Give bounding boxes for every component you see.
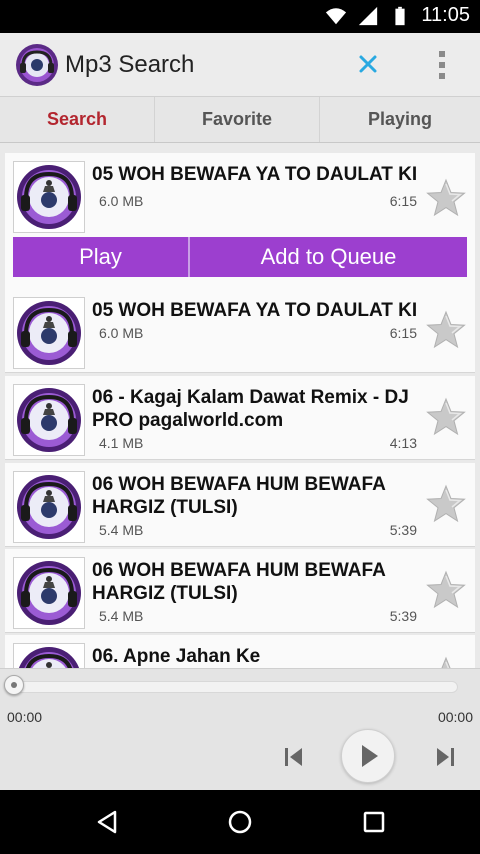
star-icon[interactable] [425,177,467,219]
tab-favorite[interactable]: Favorite [155,97,320,142]
home-icon[interactable] [226,808,254,836]
tab-bar: Search Favorite Playing [0,97,480,143]
previous-track-icon[interactable] [283,745,305,769]
star-icon[interactable] [425,569,467,611]
player-bar: 00:00 00:00 [0,668,480,790]
list-item[interactable]: 06 WOH BEWAFA HUM BEWAFA HARGIZ (TULSI) … [5,463,475,547]
song-size: 5.4 MB [99,608,144,624]
seek-thumb[interactable] [4,675,24,695]
album-art [13,161,85,233]
action-row: Play Add to Queue [13,237,467,277]
signal-icon [359,6,378,25]
album-art [13,384,85,456]
overflow-menu-icon[interactable] [432,47,452,83]
total-time: 00:00 [437,709,473,725]
status-time: 11:05 [421,4,470,26]
song-size: 6.0 MB [99,193,144,209]
app-title: Mp3 Search [65,51,195,78]
seek-bar[interactable] [12,681,458,693]
elapsed-time: 00:00 [7,709,43,725]
star-icon[interactable] [425,396,467,438]
song-title: 06 WOH BEWAFA HUM BEWAFA HARGIZ (TULSI) [92,474,386,518]
list-item[interactable]: 05 WOH BEWAFA YA TO DAULAT KI 6.0 MB 6:1… [5,153,475,291]
list-item[interactable]: 06 - Kagaj Kalam Dawat Remix - DJ PRO pa… [5,376,475,460]
song-duration: 4:13 [389,435,417,451]
close-icon[interactable] [355,51,381,77]
song-size: 6.0 MB [99,325,144,341]
battery-icon [395,6,406,25]
play-button[interactable]: Play [13,237,190,277]
song-title: 06. Apne Jahan Ke [92,646,261,667]
album-art [13,471,85,543]
song-duration: 6:15 [389,193,417,209]
album-art [13,557,85,629]
song-title: 05 WOH BEWAFA YA TO DAULAT KI [92,300,418,321]
album-art [13,297,85,369]
song-duration: 6:15 [389,325,417,341]
song-title: 06 - Kagaj Kalam Dawat Remix - DJ PRO pa… [92,387,409,431]
list-item[interactable]: 05 WOH BEWAFA YA TO DAULAT KI 6.0 MB 6:1… [5,289,475,373]
song-duration: 5:39 [389,522,417,538]
app-logo-icon [16,44,58,86]
tab-search[interactable]: Search [0,97,155,142]
add-to-queue-button[interactable]: Add to Queue [190,237,467,277]
app-bar: Mp3 Search [0,33,480,97]
play-icon [362,745,378,767]
song-list: 05 WOH BEWAFA YA TO DAULAT KI 6.0 MB 6:1… [0,143,480,668]
recents-icon[interactable] [360,808,388,836]
star-icon[interactable] [425,309,467,351]
star-icon[interactable] [425,483,467,525]
song-duration: 5:39 [389,608,417,624]
list-item[interactable]: 06 WOH BEWAFA HUM BEWAFA HARGIZ (TULSI) … [5,549,475,633]
navigation-bar [0,790,480,854]
wifi-icon [326,7,347,24]
back-icon[interactable] [93,808,121,836]
tab-playing[interactable]: Playing [320,97,480,142]
album-art [13,643,85,668]
song-size: 4.1 MB [99,435,144,451]
next-track-icon[interactable] [434,745,456,769]
status-bar: 11:05 [0,0,480,33]
play-pause-button[interactable] [341,729,395,783]
star-icon[interactable] [425,655,467,668]
screen: 11:05 Mp3 Search Search Favorite Playing [0,0,480,854]
list-item[interactable]: 06. Apne Jahan Ke [5,635,475,668]
song-title: 05 WOH BEWAFA YA TO DAULAT KI [92,164,418,185]
song-size: 5.4 MB [99,522,144,538]
song-title: 06 WOH BEWAFA HUM BEWAFA HARGIZ (TULSI) [92,560,386,604]
